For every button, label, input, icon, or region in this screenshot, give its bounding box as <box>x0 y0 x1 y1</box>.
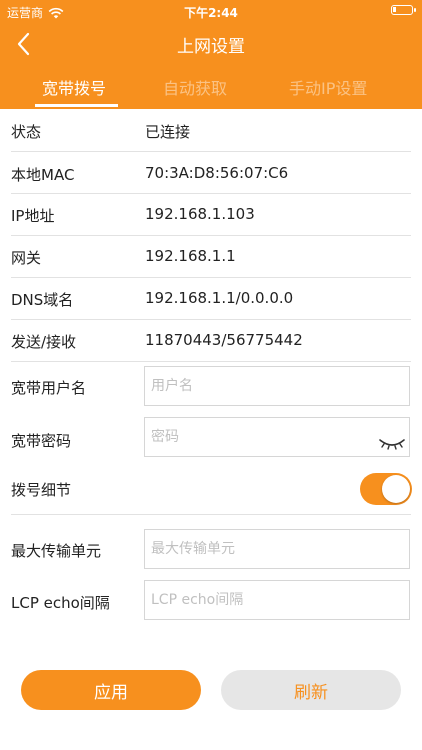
lcp-row: LCP echo间隔 <box>0 575 422 627</box>
traffic-value: 11870443/56775442 <box>145 331 303 349</box>
gateway-value: 192.168.1.1 <box>145 247 236 265</box>
password-label: 宽带密码 <box>11 432 72 450</box>
mtu-label: 最大传输单元 <box>11 542 102 560</box>
dial-detail-toggle[interactable] <box>360 473 412 505</box>
refresh-button[interactable]: 刷新 <box>221 670 401 710</box>
eye-closed-icon[interactable] <box>378 437 406 451</box>
dns-value: 192.168.1.1/0.0.0.0 <box>145 289 294 307</box>
username-row: 宽带用户名 <box>0 362 422 414</box>
mac-value: 70:3A:D8:56:07:C6 <box>145 164 289 182</box>
username-label: 宽带用户名 <box>11 379 87 397</box>
ip-row: IP地址 192.168.1.103 <box>0 194 422 236</box>
gateway-label: 网关 <box>11 249 42 267</box>
tab-broadband-dial[interactable]: 宽带拨号 <box>42 75 106 99</box>
battery-icon <box>391 5 416 15</box>
mtu-row: 最大传输单元 <box>0 523 422 575</box>
dns-label: DNS域名 <box>11 291 74 309</box>
mtu-input[interactable] <box>144 529 410 569</box>
password-row: 宽带密码 <box>0 414 422 465</box>
tab-manual-ip[interactable]: 手动IP设置 <box>289 75 367 99</box>
mac-label: 本地MAC <box>11 166 75 184</box>
username-input[interactable] <box>144 366 410 406</box>
nav-bar: 上网设置 <box>0 22 422 66</box>
ip-value: 192.168.1.103 <box>145 205 255 223</box>
lcp-label: LCP echo间隔 <box>11 594 110 612</box>
dial-detail-label: 拨号细节 <box>11 481 72 499</box>
status-row: 状态 已连接 <box>0 109 422 152</box>
active-tab-indicator <box>35 104 118 107</box>
status-bar: 运营商 下午2:44 <box>0 0 422 22</box>
status-time: 下午2:44 <box>184 6 238 20</box>
dial-detail-row: 拨号细节 <box>0 465 422 515</box>
status-value: 已连接 <box>145 123 191 141</box>
dns-row: DNS域名 192.168.1.1/0.0.0.0 <box>0 278 422 320</box>
tab-auto-obtain[interactable]: 自动获取 <box>163 75 227 99</box>
apply-button[interactable]: 应用 <box>21 670 201 710</box>
lcp-echo-input[interactable] <box>144 580 410 620</box>
traffic-row: 发送/接收 11870443/56775442 <box>0 320 422 362</box>
header: 运营商 下午2:44 上网设置 宽带拨号 自动获取 手动IP设置 <box>0 0 422 109</box>
mac-row: 本地MAC 70:3A:D8:56:07:C6 <box>0 152 422 194</box>
traffic-label: 发送/接收 <box>11 333 77 351</box>
page-title: 上网设置 <box>177 37 245 57</box>
tab-bar: 宽带拨号 自动获取 手动IP设置 <box>0 66 422 109</box>
status-label: 状态 <box>11 123 42 141</box>
divider <box>11 514 411 515</box>
gateway-row: 网关 192.168.1.1 <box>0 236 422 278</box>
ip-label: IP地址 <box>11 207 55 225</box>
password-input[interactable] <box>144 417 410 457</box>
